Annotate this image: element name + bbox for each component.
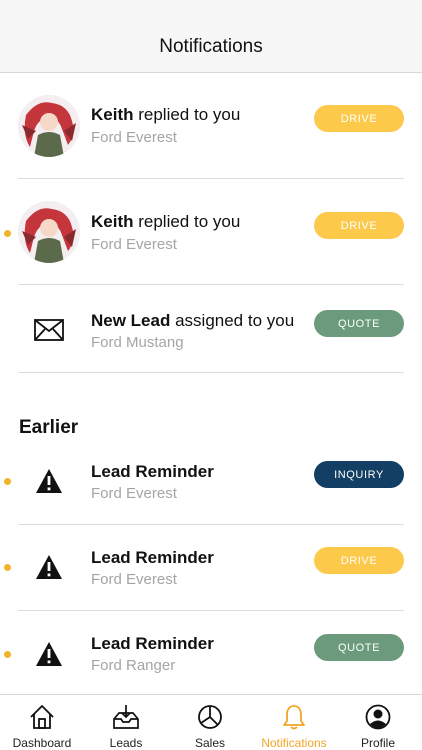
notification-title: Keith replied to you: [91, 212, 240, 232]
tab-label: Notifications: [261, 736, 327, 750]
notification-vehicle: Ford Everest: [91, 485, 177, 502]
tab-profile[interactable]: Profile: [336, 695, 420, 750]
bell-icon: [283, 705, 305, 730]
warning-icon: [28, 546, 70, 588]
notification-title: Lead Reminder: [91, 548, 214, 568]
notification-vehicle: Ford Mustang: [91, 334, 184, 351]
notification-action: assigned to you: [170, 311, 295, 330]
notification-row[interactable]: New Lead assigned to you Ford Mustang QU…: [0, 285, 422, 373]
notification-vehicle: Ford Everest: [91, 236, 177, 253]
notification-actor: Lead Reminder: [91, 548, 214, 567]
page-title: Notifications: [159, 36, 263, 57]
notification-actor: Lead Reminder: [91, 634, 214, 653]
notification-vehicle: Ford Everest: [91, 571, 177, 588]
notification-actor: Keith: [91, 212, 134, 231]
notification-row[interactable]: Keith replied to you Ford Everest DRIVE: [0, 73, 422, 179]
tab-bar: Dashboard Leads Sales Notifications Prof…: [0, 694, 422, 750]
tab-notifications[interactable]: Notifications: [252, 695, 336, 750]
notification-actor: Keith: [91, 105, 134, 124]
warning-icon: [28, 633, 70, 675]
tab-label: Dashboard: [12, 736, 72, 750]
pie-chart-icon: [198, 705, 222, 729]
notification-row[interactable]: Lead Reminder Ford Ranger QUOTE: [0, 611, 422, 694]
unread-dot: [4, 564, 11, 571]
notification-title: Lead Reminder: [91, 462, 214, 482]
section-title-earlier: Earlier: [19, 417, 79, 438]
notification-title: New Lead assigned to you: [91, 311, 294, 331]
notification-vehicle: Ford Everest: [91, 129, 177, 146]
tab-sales[interactable]: Sales: [168, 695, 252, 750]
notification-title: Lead Reminder: [91, 634, 214, 654]
tag-badge[interactable]: DRIVE: [314, 105, 404, 132]
envelope-icon: [28, 309, 70, 351]
tab-label: Sales: [194, 736, 226, 750]
notification-action: replied to you: [133, 212, 241, 231]
user-circle-icon: [365, 704, 391, 730]
tag-badge[interactable]: DRIVE: [314, 547, 404, 574]
avatar: [18, 95, 80, 157]
unread-dot: [4, 651, 11, 658]
notification-action: replied to you: [133, 105, 241, 124]
row-divider: [18, 372, 404, 373]
top-header: Notifications: [0, 0, 422, 73]
tag-badge[interactable]: INQUIRY: [314, 461, 404, 488]
tab-label: Profile: [360, 736, 395, 750]
tag-badge[interactable]: QUOTE: [314, 634, 404, 661]
notification-row[interactable]: Lead Reminder Ford Everest INQUIRY: [0, 439, 422, 525]
notification-actor: New Lead: [91, 311, 171, 330]
notification-row[interactable]: Keith replied to you Ford Everest DRIVE: [0, 179, 422, 285]
notification-vehicle: Ford Ranger: [91, 657, 176, 674]
notification-row[interactable]: Lead Reminder Ford Everest DRIVE: [0, 525, 422, 611]
home-icon: [30, 705, 54, 729]
warning-icon: [28, 460, 70, 502]
tag-badge[interactable]: QUOTE: [314, 310, 404, 337]
tab-dashboard[interactable]: Dashboard: [0, 695, 84, 750]
notification-actor: Lead Reminder: [91, 462, 214, 481]
tag-badge[interactable]: DRIVE: [314, 212, 404, 239]
inbox-download-icon: [113, 705, 139, 729]
unread-dot: [4, 478, 11, 485]
tab-label: Leads: [109, 736, 143, 750]
tab-leads[interactable]: Leads: [84, 695, 168, 750]
avatar: [18, 201, 80, 263]
notification-title: Keith replied to you: [91, 105, 240, 125]
unread-dot: [4, 230, 11, 237]
